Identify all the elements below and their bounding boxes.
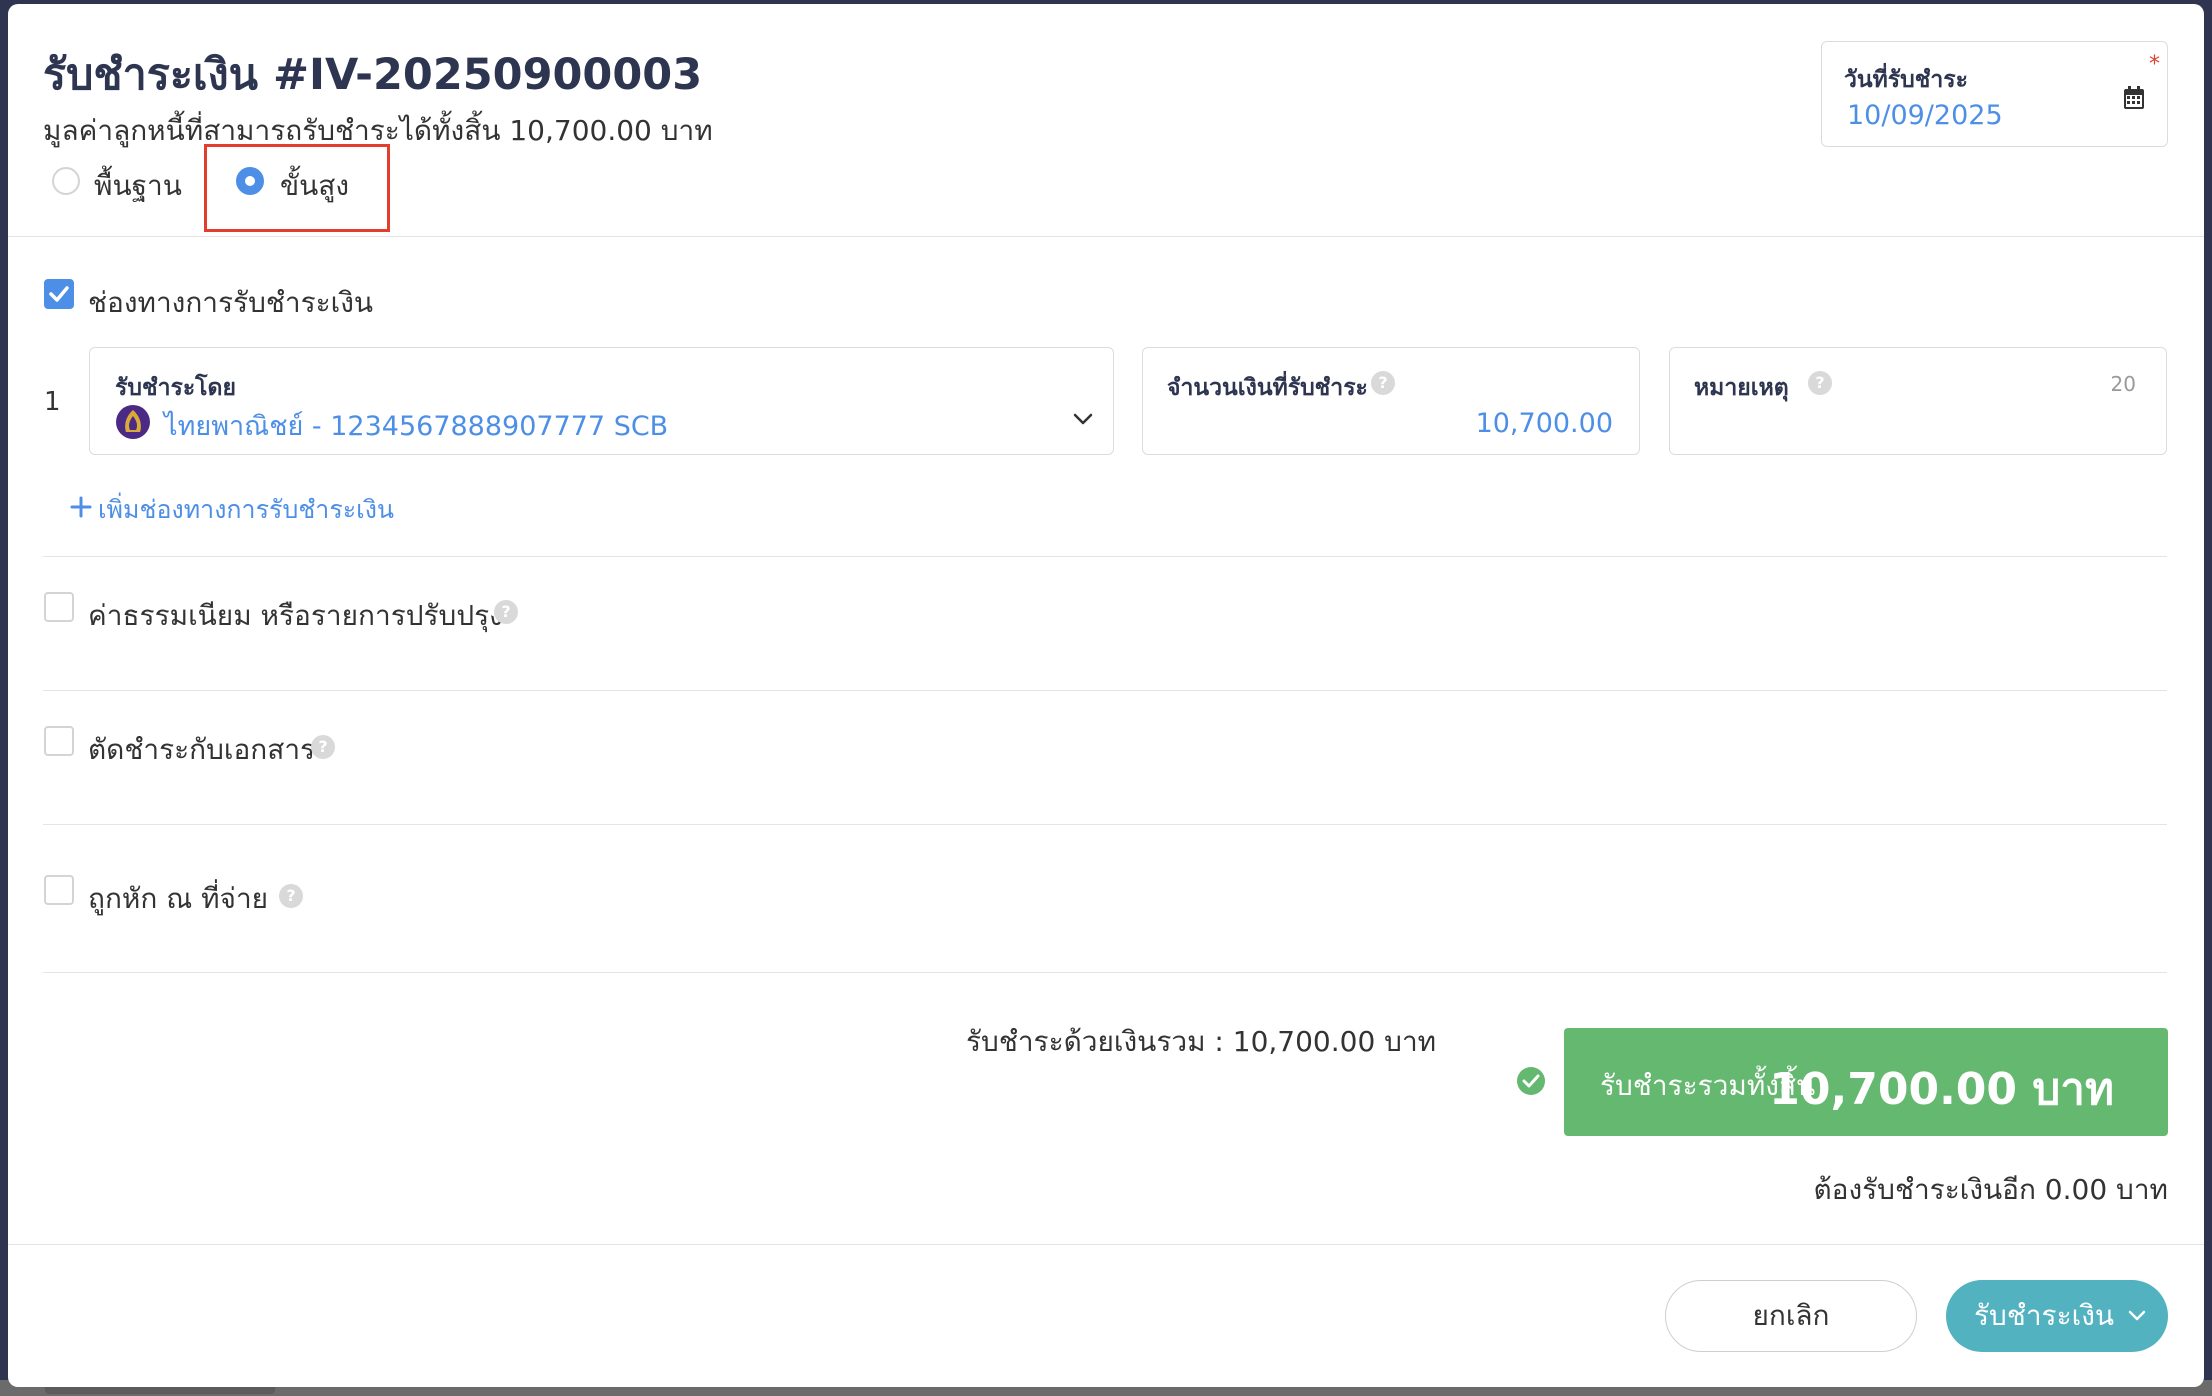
amount-field[interactable]: จำนวนเงินที่รับชำระ ? 10,700.00 — [1142, 347, 1640, 455]
section-divider — [43, 690, 2167, 691]
amount-value[interactable]: 10,700.00 — [1476, 408, 1613, 439]
section-divider — [43, 972, 2167, 973]
payment-date-value[interactable]: 10/09/2025 — [1847, 100, 2003, 131]
header-divider — [8, 236, 2204, 237]
section-divider — [43, 824, 2167, 825]
chevron-down-icon[interactable] — [1073, 412, 1093, 426]
chevron-down-icon[interactable] — [2128, 1310, 2146, 1322]
modal-title: รับชำระเงิน #IV-20250900003 — [43, 50, 703, 100]
payment-date-label: วันที่รับชำระ — [1844, 67, 1968, 93]
help-icon[interactable]: ? — [494, 600, 518, 624]
withholding-tax-label: ถูกหัก ณ ที่จ่าย — [88, 882, 269, 915]
calendar-icon[interactable] — [2123, 86, 2145, 110]
check-icon — [49, 286, 69, 302]
note-char-counter: 20 — [2110, 372, 2136, 396]
help-icon[interactable]: ? — [311, 735, 335, 759]
document-offset-label: ตัดชำระกับเอกสาร — [88, 733, 316, 766]
radio-basic[interactable]: พื้นฐาน — [44, 164, 204, 204]
withholding-tax-checkbox[interactable] — [44, 875, 74, 905]
remaining-amount-text: ต้องรับชำระเงินอีก 0.00 บาท — [1813, 1173, 2168, 1206]
payment-channel-label: ช่องทางการรับชำระเงิน — [88, 286, 374, 319]
radio-basic-label: พื้นฐาน — [94, 169, 182, 202]
plus-icon — [70, 496, 92, 518]
payment-method-label: รับชำระโดย — [115, 375, 236, 401]
grand-total-box: รับชำระรวมทั้งสิ้น 10,700.00 บาท — [1564, 1028, 2168, 1136]
row-index: 1 — [44, 387, 61, 417]
check-circle-icon — [1517, 1067, 1545, 1095]
section-divider — [43, 556, 2167, 557]
cancel-button[interactable]: ยกเลิก — [1665, 1280, 1917, 1352]
note-field[interactable]: หมายเหตุ ? 20 — [1669, 347, 2167, 455]
fee-adjustment-label: ค่าธรรมเนียม หรือรายการปรับปรุง — [88, 599, 503, 632]
total-received-text: รับชำระด้วยเงินรวม : 10,700.00 บาท — [966, 1025, 1437, 1058]
receive-payment-button-label: รับชำระเงิน — [1974, 1299, 2114, 1332]
radio-basic-indicator[interactable] — [52, 167, 80, 195]
document-offset-checkbox[interactable] — [44, 726, 74, 756]
help-icon[interactable]: ? — [279, 884, 303, 908]
fee-adjustment-checkbox[interactable] — [44, 592, 74, 622]
receive-payment-button[interactable]: รับชำระเงิน — [1946, 1280, 2168, 1352]
note-label: หมายเหตุ — [1694, 375, 1789, 401]
payment-date-field[interactable]: วันที่รับชำระ * 10/09/2025 — [1821, 41, 2168, 147]
payment-channel-checkbox[interactable] — [44, 279, 74, 309]
cancel-button-label: ยกเลิก — [1752, 1299, 1830, 1332]
payment-method-select[interactable]: รับชำระโดย ไทยพาณิชย์ - 1234567888907777… — [89, 347, 1114, 455]
help-icon[interactable]: ? — [1808, 371, 1832, 395]
selection-highlight — [204, 144, 390, 232]
required-mark: * — [2149, 52, 2160, 77]
footer-divider — [8, 1244, 2204, 1245]
add-payment-channel-label: เพิ่มช่องทางการรับชำระเงิน — [98, 495, 395, 524]
payment-modal: รับชำระเงิน #IV-20250900003 มูลค่าลูกหนี… — [8, 4, 2204, 1387]
scb-bank-icon — [116, 405, 150, 439]
amount-label: จำนวนเงินที่รับชำระ — [1167, 375, 1368, 401]
grand-total-value: 10,700.00 บาท — [1769, 1064, 2114, 1115]
help-icon[interactable]: ? — [1371, 371, 1395, 395]
payment-method-value: ไทยพาณิชย์ - 1234567888907777 SCB — [164, 411, 669, 442]
